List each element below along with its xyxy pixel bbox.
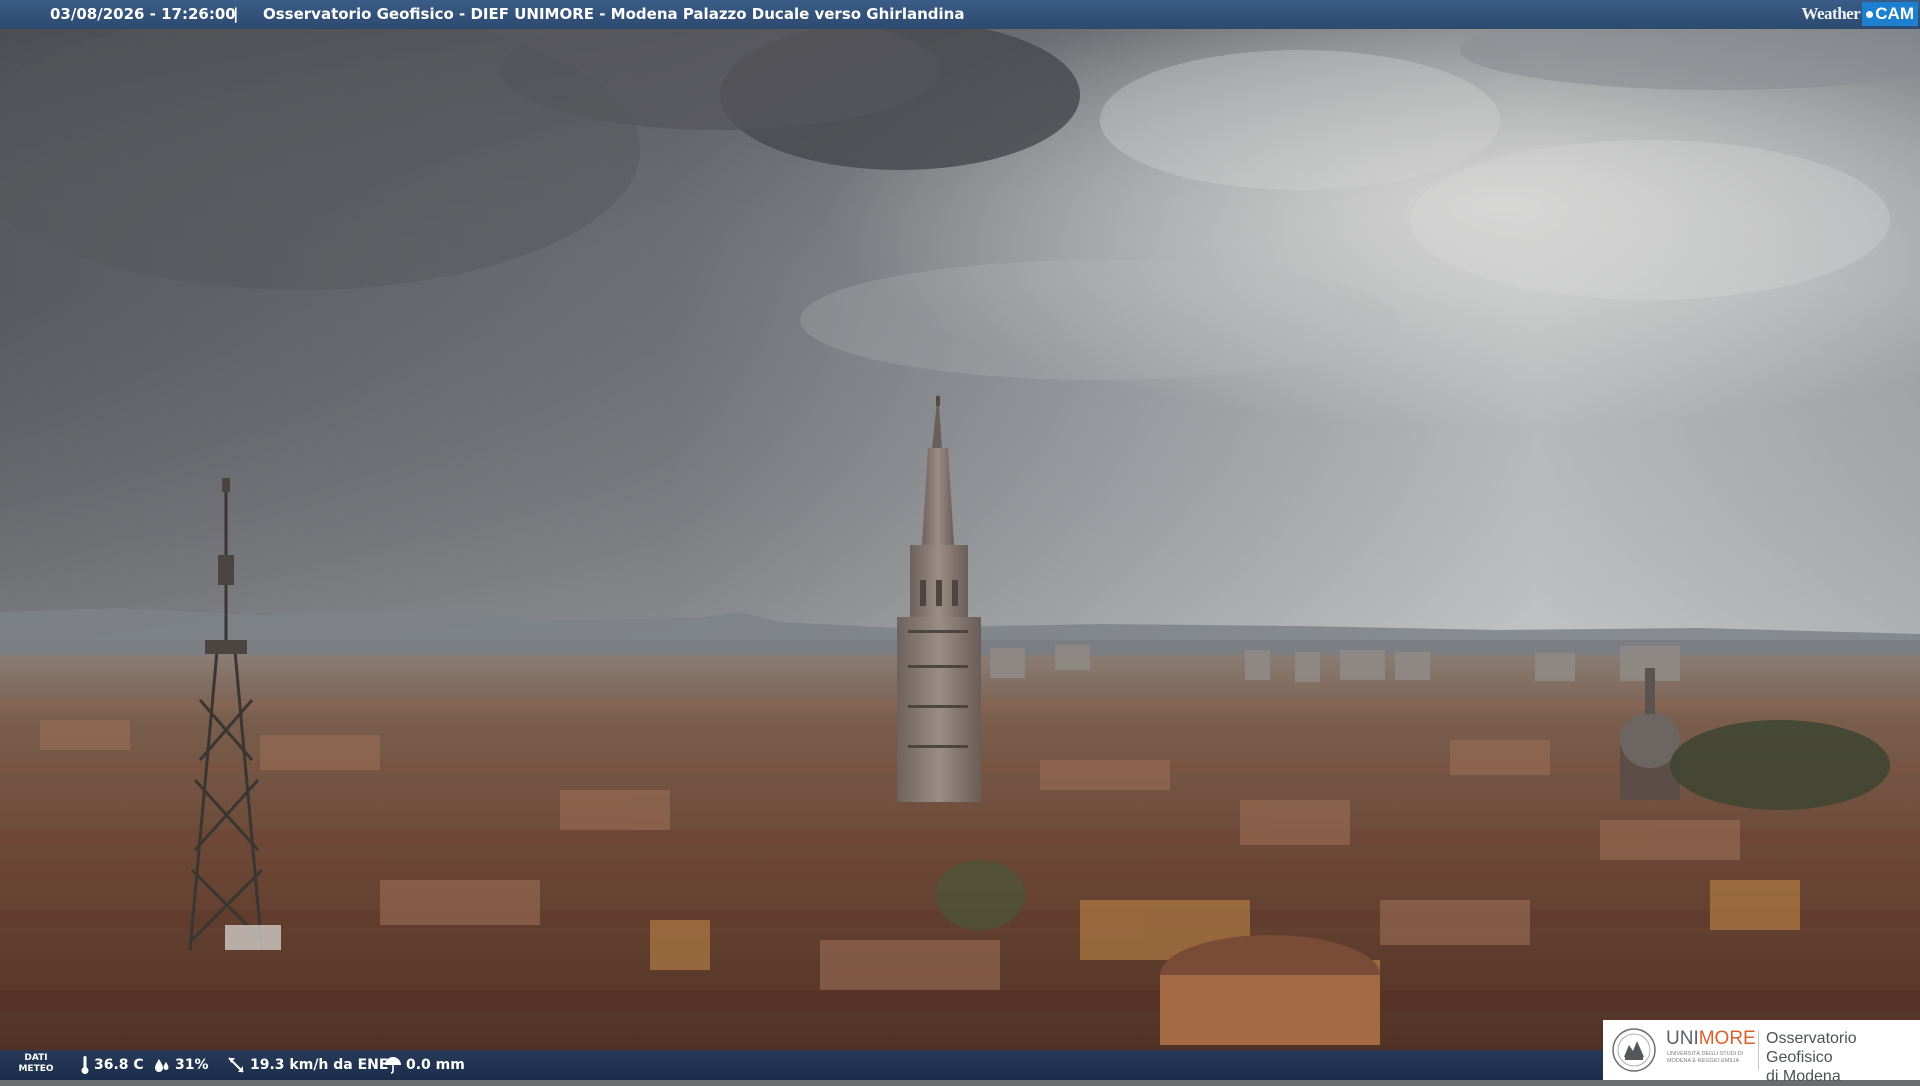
caption-bar: 03/08/2026 - 17:26:00 | Osservatorio Geo… xyxy=(0,0,1920,29)
rain-value: 0.0 mm xyxy=(406,1057,465,1073)
thermometer-icon xyxy=(81,1056,89,1074)
observatory-name-line1: Osservatorio Geofisico xyxy=(1766,1030,1857,1066)
weathercam-logo-cam: CAM xyxy=(1862,2,1918,26)
rain-umbrella-icon xyxy=(385,1057,401,1074)
timestamp: 03/08/2026 - 17:26:00 xyxy=(50,5,236,23)
dati-label-line1: DATI xyxy=(24,1053,48,1063)
rain-reading: 0.0 mm xyxy=(384,1050,465,1080)
weathercam-logo-weather: Weather xyxy=(1801,4,1861,23)
cam-dot-icon xyxy=(1866,10,1874,18)
humidity-value: 31% xyxy=(175,1057,209,1073)
unimore-wordmark-uni: UNI xyxy=(1666,1028,1699,1049)
wind-reading: 19.3 km/h da ENE xyxy=(226,1050,388,1080)
unimore-wordmark-more: MORE xyxy=(1698,1028,1756,1049)
observatory-name-line2: di Modena xyxy=(1766,1068,1841,1085)
unimore-wordmark: UNIMORE xyxy=(1666,1029,1756,1049)
humidity-drops-icon xyxy=(155,1059,169,1072)
unimore-logo-panel: UNIMORE UNIVERSITÀ DEGLI STUDI DI MODENA… xyxy=(1603,1020,1920,1085)
temperature-value: 36.8 C xyxy=(94,1057,144,1073)
dati-meteo-label: DATI METEO xyxy=(16,1053,56,1075)
logo-divider xyxy=(1758,1030,1759,1070)
weathercam-logo-cam-text: CAM xyxy=(1875,4,1914,23)
weather-data-bar: DATI METEO 36.8 C 31% 19.3 km/h da ENE 0… xyxy=(0,1050,1603,1080)
webcam-city-view xyxy=(0,0,1920,1080)
temperature-reading: 36.8 C xyxy=(80,1050,144,1080)
wind-value: 19.3 km/h da ENE xyxy=(250,1057,389,1073)
humidity-reading: 31% xyxy=(153,1050,209,1080)
university-seal-icon xyxy=(1612,1028,1656,1072)
observatory-name: Osservatorio Geofisico di Modena xyxy=(1766,1029,1920,1086)
caption-separator: | xyxy=(233,5,239,23)
camera-title: Osservatorio Geofisico - DIEF UNIMORE - … xyxy=(263,5,965,23)
weathercam-logo: Weather CAM xyxy=(1801,1,1918,27)
wind-vane-icon xyxy=(228,1057,244,1073)
dati-label-line2: METEO xyxy=(18,1064,54,1074)
unimore-subtitle: UNIVERSITÀ DEGLI STUDI DI MODENA E REGGI… xyxy=(1667,1051,1744,1064)
